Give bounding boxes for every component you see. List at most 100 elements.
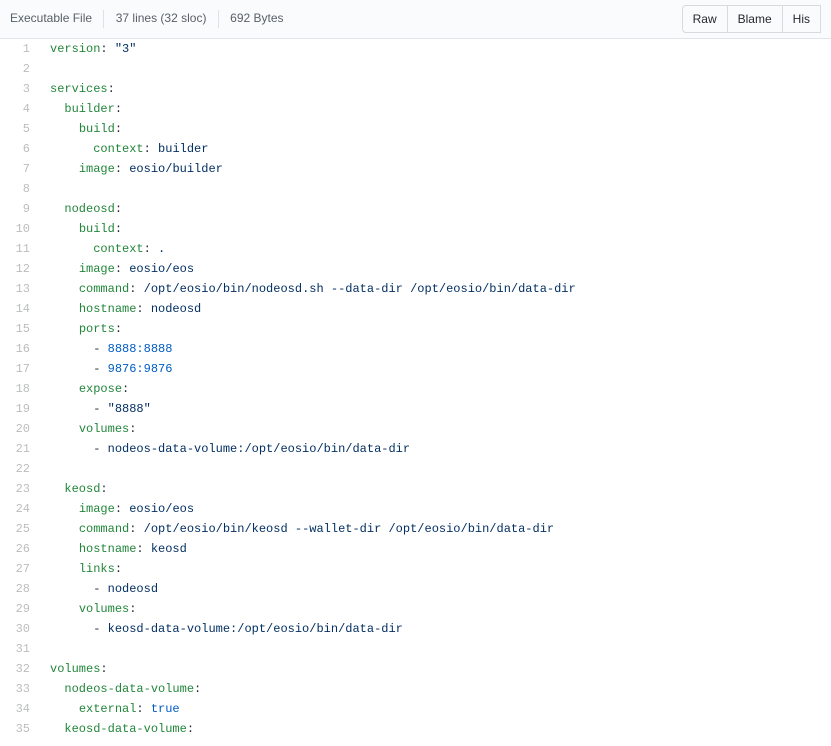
line-number[interactable]: 3	[0, 79, 40, 99]
code-line: 30 - keosd-data-volume:/opt/eosio/bin/da…	[0, 619, 831, 639]
token-pun: :	[115, 562, 122, 576]
line-number[interactable]: 20	[0, 419, 40, 439]
line-content: command: /opt/eosio/bin/nodeosd.sh --dat…	[40, 279, 831, 299]
token-str: .	[158, 242, 165, 256]
file-mode: Executable File	[10, 11, 92, 25]
token-key: volumes	[50, 662, 100, 676]
line-number[interactable]: 32	[0, 659, 40, 679]
line-content: services:	[40, 79, 831, 99]
token-str: /opt/eosio/bin/nodeosd.sh --data-dir /op…	[144, 282, 576, 296]
line-content: - 8888:8888	[40, 339, 831, 359]
line-number[interactable]: 30	[0, 619, 40, 639]
line-number[interactable]: 16	[0, 339, 40, 359]
line-content: external: true	[40, 699, 831, 719]
token-pun: :	[115, 502, 129, 516]
code-line: 31	[0, 639, 831, 659]
line-number[interactable]: 19	[0, 399, 40, 419]
line-number[interactable]: 5	[0, 119, 40, 139]
code-line: 35 keosd-data-volume:	[0, 719, 831, 739]
code-line: 2	[0, 59, 831, 79]
line-number[interactable]: 7	[0, 159, 40, 179]
token-key: image	[79, 162, 115, 176]
code-line: 4 builder:	[0, 99, 831, 119]
token-num: 9876:9876	[108, 362, 173, 376]
line-number[interactable]: 27	[0, 559, 40, 579]
token-pun: :	[100, 42, 114, 56]
line-content: - nodeosd	[40, 579, 831, 599]
token-pun: :	[115, 222, 122, 236]
line-number[interactable]: 28	[0, 579, 40, 599]
token-key: build	[79, 222, 115, 236]
code-line: 1version: "3"	[0, 39, 831, 59]
code-line: 9 nodeosd:	[0, 199, 831, 219]
line-number[interactable]: 9	[0, 199, 40, 219]
line-content: context: .	[40, 239, 831, 259]
line-content: build:	[40, 119, 831, 139]
line-number[interactable]: 6	[0, 139, 40, 159]
line-number[interactable]: 13	[0, 279, 40, 299]
blame-button[interactable]: Blame	[727, 5, 783, 33]
token-key: external	[79, 702, 137, 716]
token-pun: :	[100, 662, 107, 676]
token-key: hostname	[79, 302, 137, 316]
line-number[interactable]: 31	[0, 639, 40, 659]
token-key: volumes	[79, 422, 129, 436]
line-number[interactable]: 8	[0, 179, 40, 199]
line-number[interactable]: 4	[0, 99, 40, 119]
token-key: image	[79, 262, 115, 276]
code-line: 26 hostname: keosd	[0, 539, 831, 559]
code-line: 34 external: true	[0, 699, 831, 719]
file-size: 692 Bytes	[230, 11, 283, 25]
line-number[interactable]: 35	[0, 719, 40, 739]
line-number[interactable]: 14	[0, 299, 40, 319]
token-str: "8888"	[108, 402, 151, 416]
code-line: 16 - 8888:8888	[0, 339, 831, 359]
line-content: nodeosd:	[40, 199, 831, 219]
token-key: ports	[79, 322, 115, 336]
token-pun: :	[115, 202, 122, 216]
line-number[interactable]: 18	[0, 379, 40, 399]
code-line: 15 ports:	[0, 319, 831, 339]
code-line: 5 build:	[0, 119, 831, 139]
raw-button[interactable]: Raw	[682, 5, 728, 33]
token-pun: :	[129, 422, 136, 436]
code-line: 10 build:	[0, 219, 831, 239]
code-line: 25 command: /opt/eosio/bin/keosd --walle…	[0, 519, 831, 539]
lines-info: 37 lines (32 sloc)	[116, 11, 207, 25]
line-content: - nodeos-data-volume:/opt/eosio/bin/data…	[40, 439, 831, 459]
line-number[interactable]: 11	[0, 239, 40, 259]
line-content: keosd:	[40, 479, 831, 499]
line-content: version: "3"	[40, 39, 831, 59]
token-key: volumes	[79, 602, 129, 616]
token-dash: -	[93, 362, 107, 376]
line-number[interactable]: 29	[0, 599, 40, 619]
line-content: keosd-data-volume:	[40, 719, 831, 739]
line-number[interactable]: 1	[0, 39, 40, 59]
line-number[interactable]: 26	[0, 539, 40, 559]
line-number[interactable]: 23	[0, 479, 40, 499]
line-number[interactable]: 22	[0, 459, 40, 479]
token-pun: :	[144, 242, 158, 256]
line-number[interactable]: 24	[0, 499, 40, 519]
history-button[interactable]: His	[782, 5, 821, 33]
code-line: 7 image: eosio/builder	[0, 159, 831, 179]
file-header: Executable File 37 lines (32 sloc) 692 B…	[0, 0, 831, 39]
line-number[interactable]: 34	[0, 699, 40, 719]
line-number[interactable]: 12	[0, 259, 40, 279]
line-number[interactable]: 10	[0, 219, 40, 239]
token-str: eosio/eos	[129, 502, 194, 516]
token-pun: :	[115, 162, 129, 176]
code-line: 22	[0, 459, 831, 479]
line-number[interactable]: 21	[0, 439, 40, 459]
line-number[interactable]: 33	[0, 679, 40, 699]
line-number[interactable]: 25	[0, 519, 40, 539]
token-str: nodeos-data-volume:/opt/eosio/bin/data-d…	[108, 442, 410, 456]
token-key: expose	[79, 382, 122, 396]
line-content: hostname: keosd	[40, 539, 831, 559]
line-number[interactable]: 17	[0, 359, 40, 379]
token-key: version	[50, 42, 100, 56]
token-pun: :	[100, 482, 107, 496]
code-line: 12 image: eosio/eos	[0, 259, 831, 279]
line-number[interactable]: 2	[0, 59, 40, 79]
line-number[interactable]: 15	[0, 319, 40, 339]
